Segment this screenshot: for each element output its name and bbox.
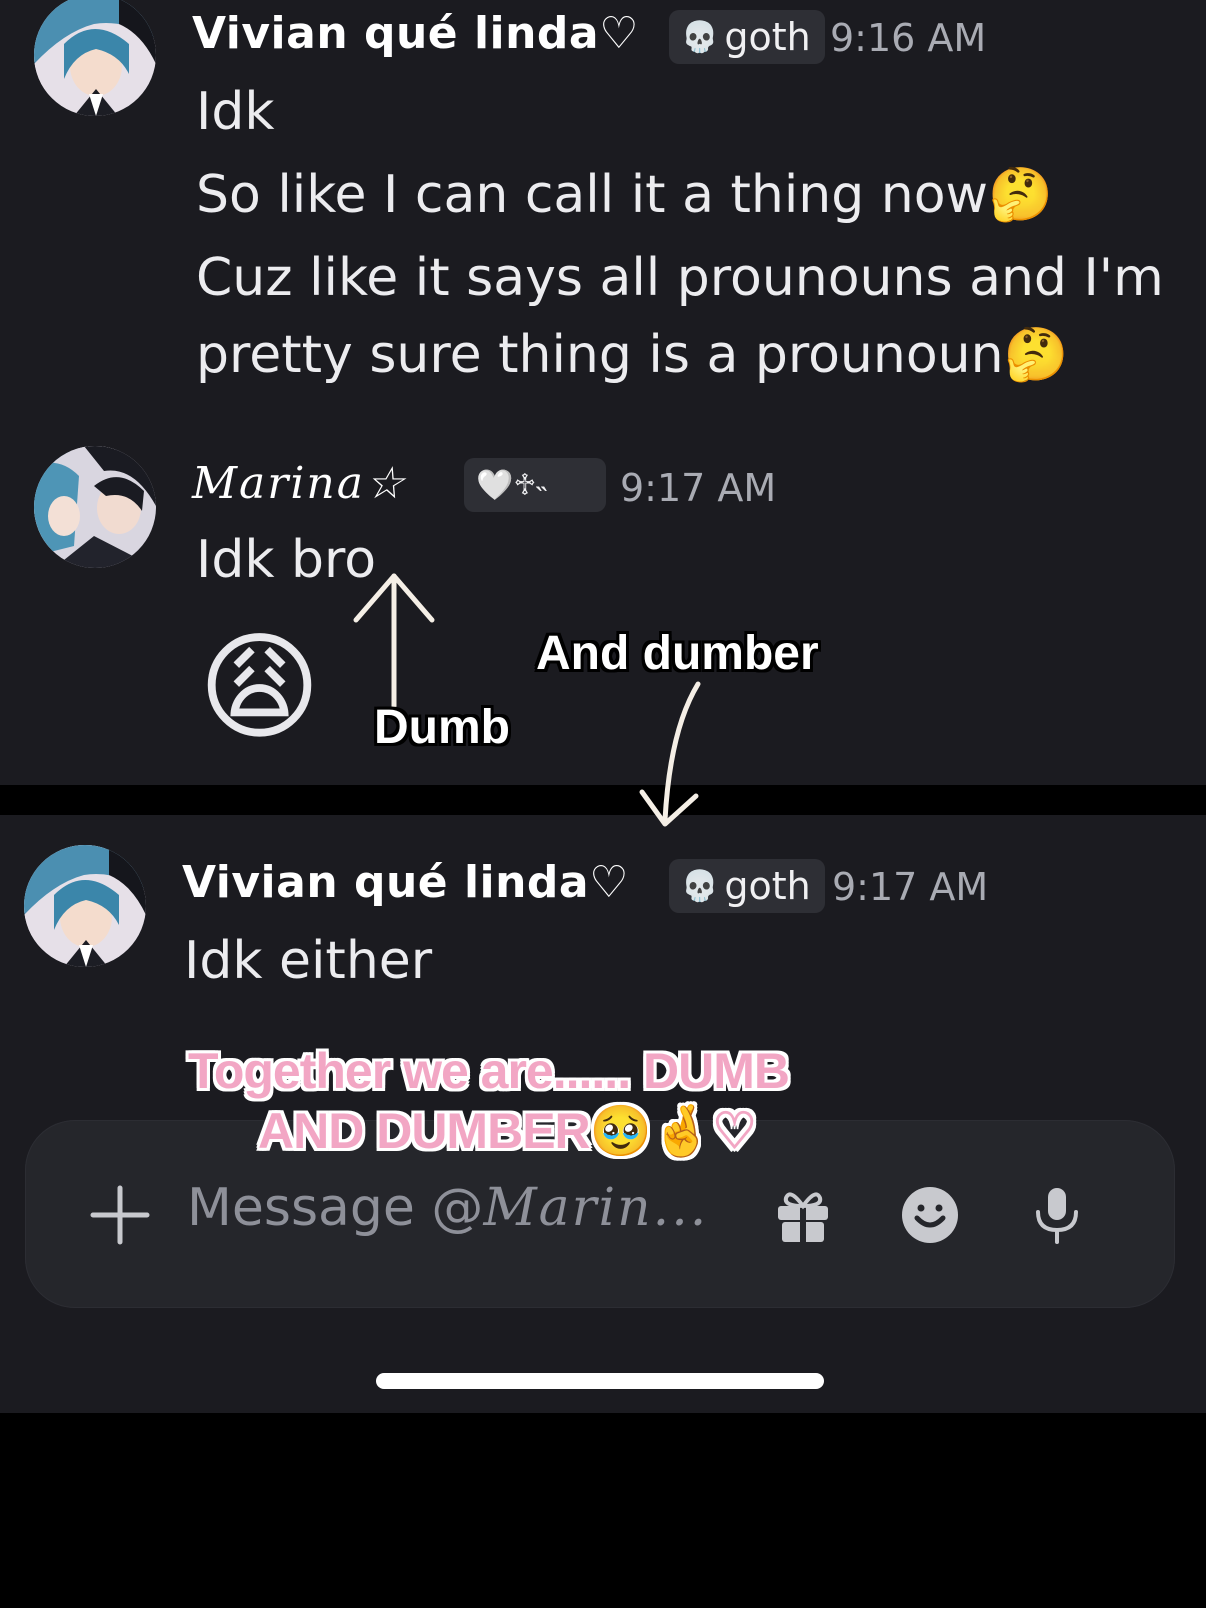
arrow-down-icon bbox=[639, 681, 701, 827]
username[interactable]: Vivian qué linda♡ bbox=[182, 857, 629, 908]
role-tag-label: goth bbox=[724, 864, 811, 908]
message-line: Cuz like it says all prounouns and I'm bbox=[196, 248, 1164, 308]
avatar[interactable] bbox=[24, 845, 146, 967]
avatar[interactable] bbox=[34, 0, 156, 116]
gift-icon[interactable] bbox=[772, 1184, 834, 1246]
annotation-and-dumber: And dumber bbox=[536, 627, 819, 680]
skull-icon: 💀 bbox=[681, 868, 719, 904]
message-input[interactable]: Message @Marin... bbox=[187, 1178, 708, 1238]
placeholder-recipient: Marin... bbox=[483, 1178, 709, 1238]
annotation-together-line2: AND DUMBER🥹🤞♡ bbox=[258, 1103, 757, 1159]
role-tag[interactable]: 💀 goth bbox=[669, 10, 825, 64]
username[interactable]: Vivian qué linda♡ bbox=[192, 8, 639, 59]
timestamp: 9:16 AM bbox=[830, 16, 987, 60]
bottom-bar bbox=[0, 1413, 1206, 1608]
large-emoji: 😩 bbox=[198, 618, 322, 756]
placeholder-text: Message @ bbox=[187, 1178, 484, 1238]
microphone-icon[interactable] bbox=[1026, 1184, 1088, 1246]
message-line: Idk either bbox=[184, 931, 433, 991]
home-indicator[interactable] bbox=[376, 1373, 824, 1389]
skull-icon: 💀 bbox=[681, 19, 719, 55]
message-line: Idk bbox=[196, 82, 275, 142]
message-line: pretty sure thing is a prounoun🤔 bbox=[196, 325, 1069, 385]
annotation-dumb: Dumb bbox=[374, 701, 510, 754]
emoji-icon[interactable] bbox=[899, 1184, 961, 1246]
username[interactable]: Marina☆ bbox=[192, 458, 406, 509]
divider bbox=[0, 785, 1206, 815]
plus-icon[interactable] bbox=[85, 1180, 155, 1250]
avatar[interactable] bbox=[34, 446, 156, 568]
chat-panel-top: Vivian qué linda♡ 💀 goth 9:16 AM Idk So … bbox=[0, 0, 1206, 785]
timestamp: 9:17 AM bbox=[832, 865, 989, 909]
role-tag-label: goth bbox=[724, 15, 811, 59]
role-tag-label: 🤍♱˵ bbox=[476, 467, 547, 503]
role-tag[interactable]: 🤍♱˵ bbox=[464, 458, 606, 512]
message-line: So like I can call it a thing now🤔 bbox=[196, 165, 1053, 225]
role-tag[interactable]: 💀 goth bbox=[669, 859, 825, 913]
timestamp: 9:17 AM bbox=[620, 466, 777, 510]
annotation-together-line1: Together we are...... DUMB bbox=[188, 1043, 790, 1099]
arrow-up-icon bbox=[353, 573, 435, 709]
